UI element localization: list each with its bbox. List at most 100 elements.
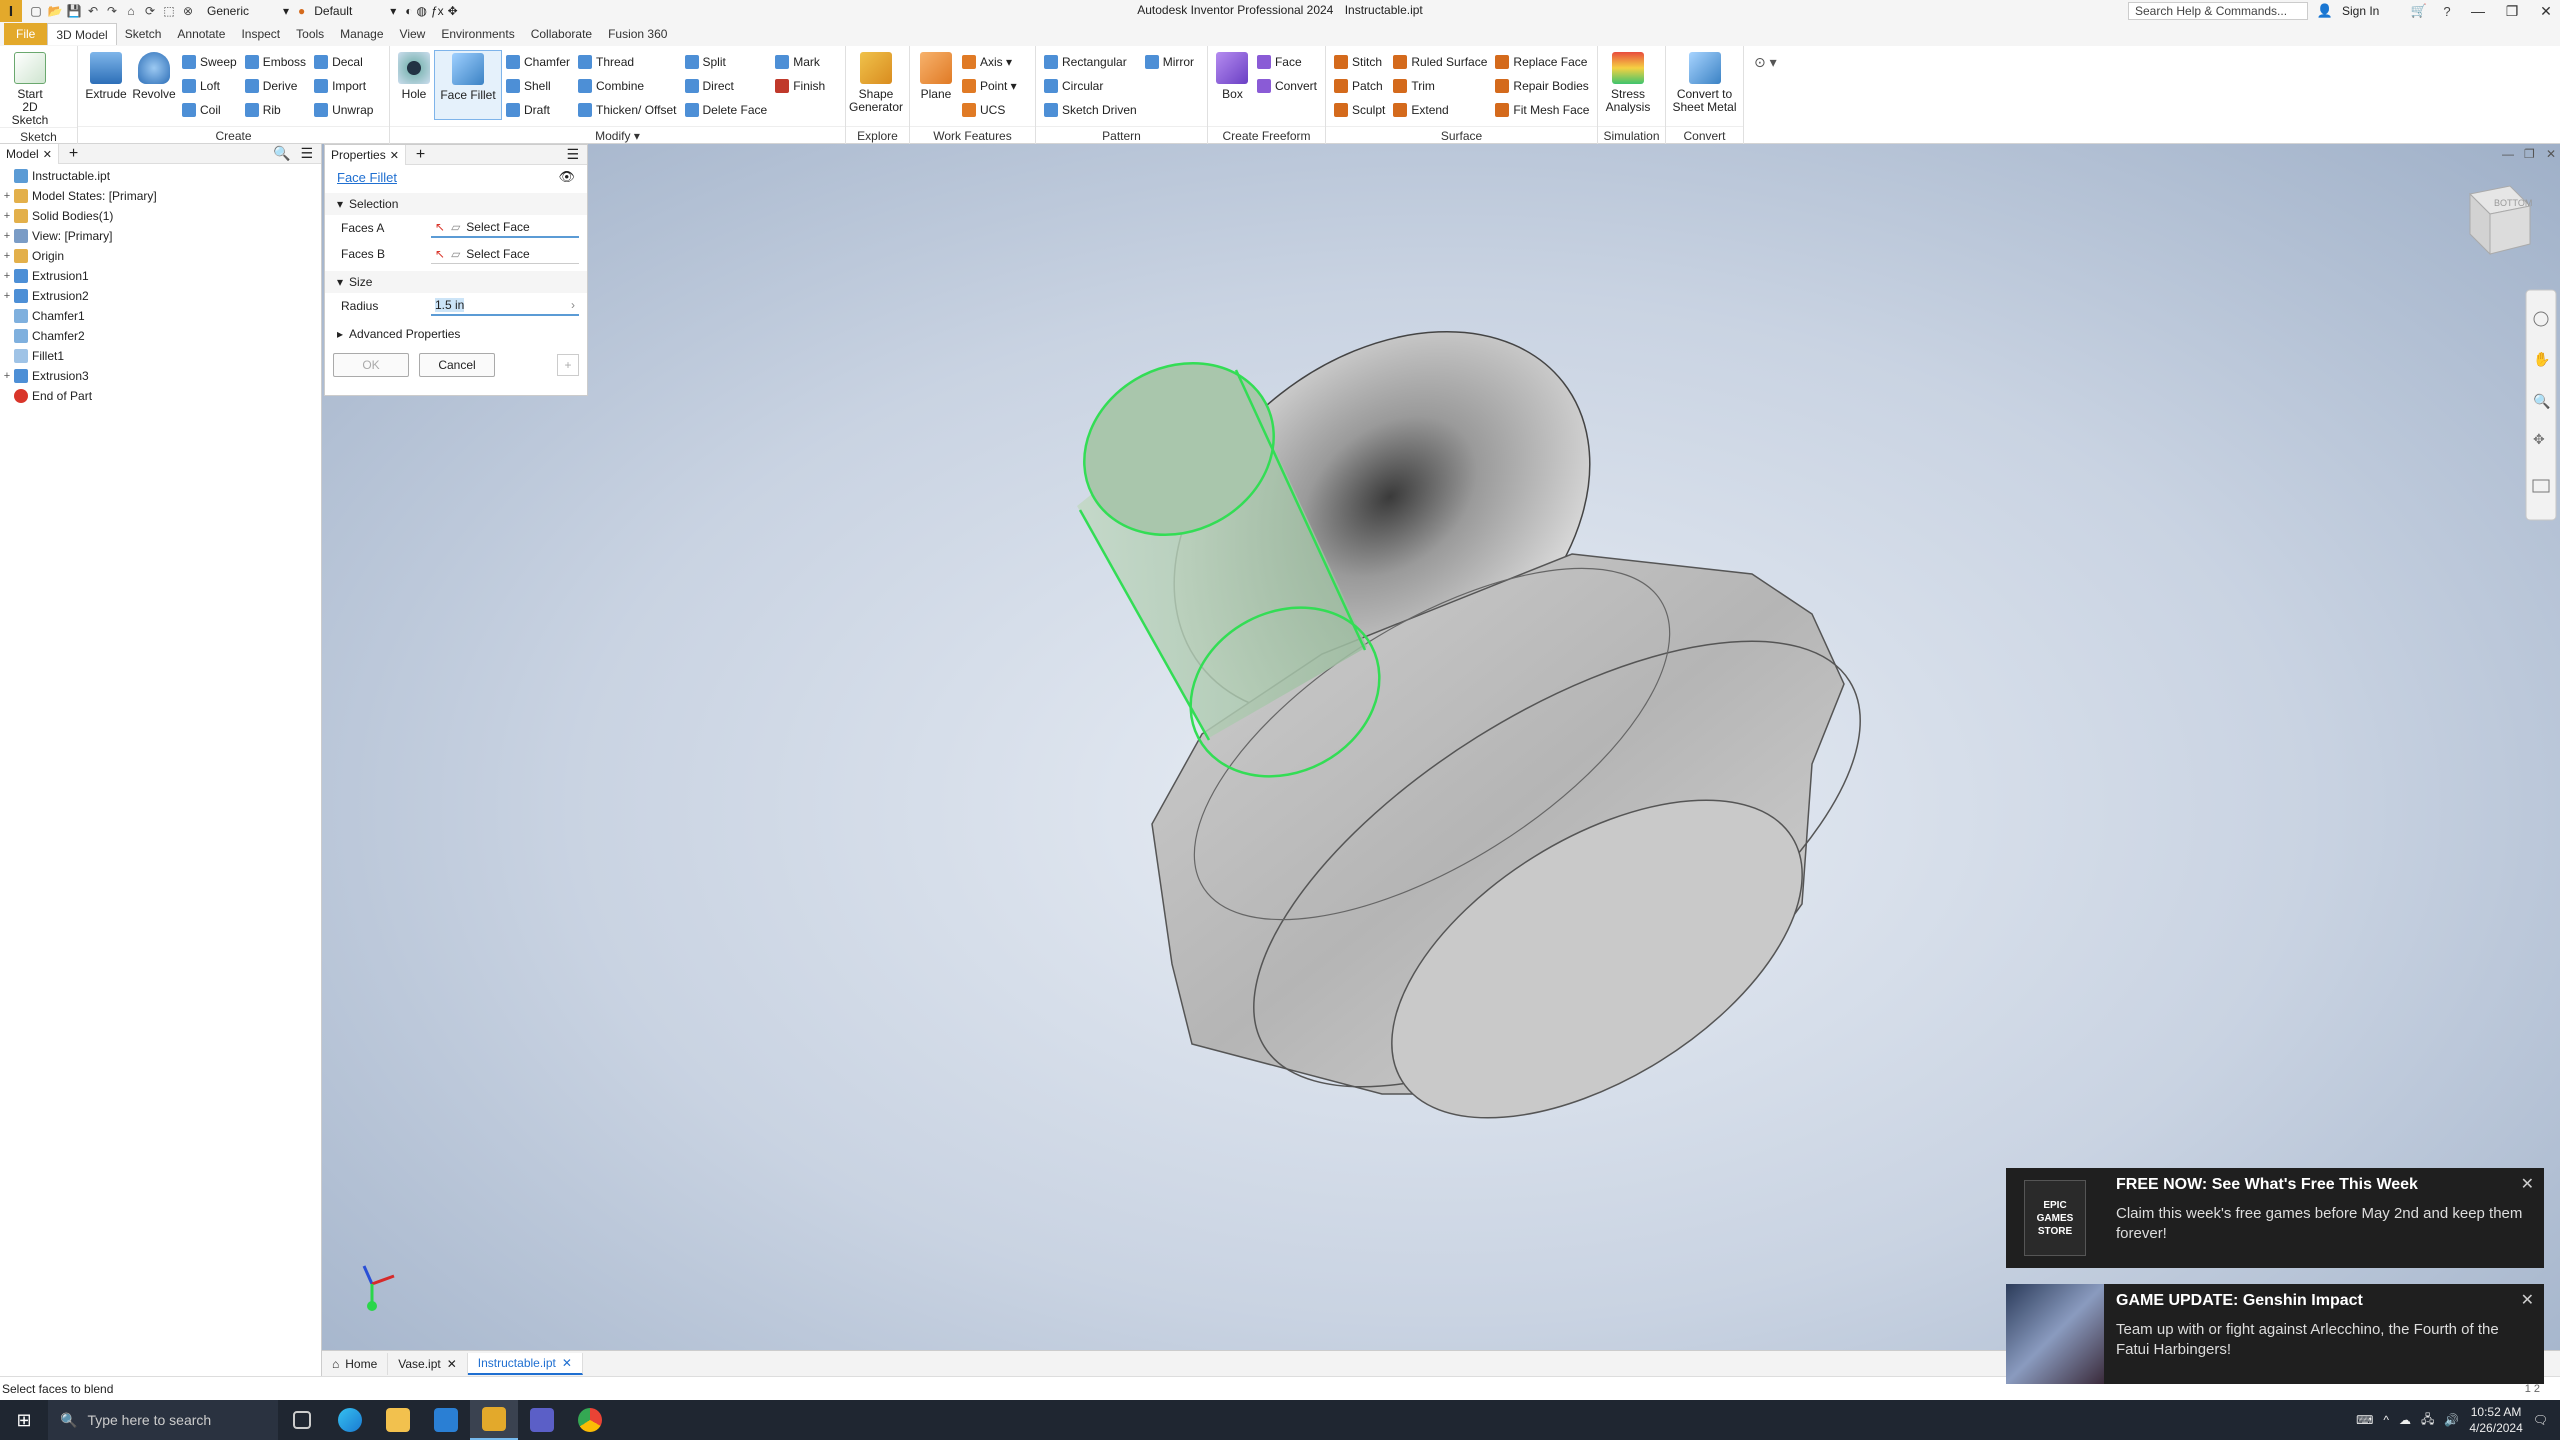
minimize-button[interactable]: — (2464, 3, 2492, 19)
repair-bodies-button[interactable]: Repair Bodies (1495, 76, 1589, 96)
clock[interactable]: 10:52 AM 4/26/2024 (2469, 1404, 2522, 1436)
apply-plus-button[interactable]: + (557, 354, 579, 376)
appearance-dropdown[interactable]: Default ▾ (309, 2, 401, 20)
import-button[interactable]: Import (314, 76, 373, 96)
thicken-offset-button[interactable]: Thicken/ Offset (578, 100, 677, 120)
delete-face-button[interactable]: Delete Face (684, 100, 767, 120)
add-tab-icon[interactable]: + (69, 145, 78, 163)
doc-tab-home[interactable]: ⌂ Home (322, 1352, 389, 1375)
menu-icon[interactable]: ☰ (300, 145, 313, 162)
tree-item-extrusion2[interactable]: + Extrusion2 (0, 286, 321, 306)
user-icon[interactable]: 👤 (2314, 3, 2336, 19)
shape-generator-button[interactable]: Shape Generator (849, 50, 903, 114)
teams-icon[interactable] (518, 1400, 566, 1440)
tab-tools[interactable]: Tools (288, 23, 332, 45)
convert-button[interactable]: Convert (1256, 76, 1317, 96)
coil-button[interactable]: Coil (182, 100, 237, 120)
size-section[interactable]: ▾ Size (325, 271, 587, 293)
doc-tab-vase[interactable]: Vase.ipt ✕ (388, 1352, 468, 1375)
selection-section[interactable]: ▾ Selection (325, 193, 587, 215)
inventor-taskbar-icon[interactable] (470, 1400, 518, 1440)
fit-mesh-face-button[interactable]: Fit Mesh Face (1495, 100, 1589, 120)
doc-tab-instructable[interactable]: Instructable.ipt ✕ (467, 1352, 583, 1375)
rib-button[interactable]: Rib (244, 100, 306, 120)
convert-sheet-metal-button[interactable]: Convert to Sheet Metal (1670, 50, 1739, 114)
tab-3d-model[interactable]: 3D Model (47, 23, 117, 45)
close-icon[interactable]: ✕ (2521, 1174, 2534, 1194)
help-search-input[interactable]: Search Help & Commands... (2128, 2, 2308, 20)
mirror-button[interactable]: Mirror (1144, 52, 1194, 72)
thread-button[interactable]: Thread (578, 52, 676, 72)
sweep-button[interactable]: Sweep (182, 52, 237, 72)
stitch-button[interactable]: Stitch (1334, 52, 1385, 72)
draft-button[interactable]: Draft (506, 100, 570, 120)
tree-item-chamfer1[interactable]: Chamfer1 (0, 306, 321, 326)
move-icon[interactable]: ✥ (448, 4, 458, 18)
viewport-minimize-icon[interactable]: — (2502, 147, 2514, 161)
tab-file[interactable]: File (4, 23, 48, 45)
face-button[interactable]: Face (1256, 52, 1317, 72)
update-icon[interactable]: ⟳ (142, 3, 158, 19)
tab-view[interactable]: View (392, 23, 434, 45)
extrude-button[interactable]: Extrude (82, 50, 130, 101)
properties-tab[interactable]: Properties ✕ (325, 144, 406, 165)
faces-b-selector[interactable]: ↖ ▱ Select Face (431, 244, 579, 264)
save-icon[interactable]: 💾 (66, 3, 82, 19)
chevron-up-icon[interactable]: ^ (2383, 1413, 2389, 1427)
undo-icon[interactable]: ↶ (85, 3, 101, 19)
hole-button[interactable]: Hole (394, 50, 434, 101)
chevron-right-icon[interactable]: › (571, 298, 575, 312)
edge-icon[interactable] (326, 1400, 374, 1440)
axis-button[interactable]: Axis ▾ (962, 52, 1017, 72)
finish-button[interactable]: Finish (775, 76, 825, 96)
expand-icon[interactable]: + (0, 270, 14, 282)
mark-button[interactable]: Mark (775, 52, 825, 72)
close-window-button[interactable]: ✕ (2532, 3, 2560, 20)
help-icon[interactable]: ? (2436, 4, 2458, 19)
view-cube[interactable]: BOTTOM (2468, 185, 2532, 256)
close-icon[interactable]: ✕ (2521, 1290, 2534, 1310)
tree-item-part[interactable]: Instructable.ipt (0, 166, 321, 186)
open-file-icon[interactable]: 📂 (47, 3, 63, 19)
tab-inspect[interactable]: Inspect (233, 23, 288, 45)
unwrap-button[interactable]: Unwrap (314, 100, 373, 120)
feature-title[interactable]: Face Fillet (337, 170, 397, 185)
tree-item-solid-bodies[interactable]: + Solid Bodies(1) (0, 206, 321, 226)
close-icon[interactable]: ✕ (43, 149, 52, 161)
notification-genshin[interactable]: GAME UPDATE: Genshin Impact Team up with… (2006, 1284, 2544, 1384)
tab-sketch[interactable]: Sketch (117, 23, 170, 45)
tab-collaborate[interactable]: Collaborate (523, 23, 600, 45)
ucs-button[interactable]: UCS (962, 100, 1017, 120)
new-file-icon[interactable]: ▢ (28, 3, 44, 19)
tree-item-end-of-part[interactable]: End of Part (0, 386, 321, 406)
tree-item-origin[interactable]: + Origin (0, 246, 321, 266)
notification-epic[interactable]: EPIC GAMES STORE FREE NOW: See What's Fr… (2006, 1168, 2544, 1268)
tab-fusion-360[interactable]: Fusion 360 (600, 23, 675, 45)
keyboard-icon[interactable]: ⌨ (2356, 1413, 2373, 1427)
tree-item-extrusion3[interactable]: + Extrusion3 (0, 366, 321, 386)
trim-button[interactable]: Trim (1393, 76, 1487, 96)
model-tab[interactable]: Model ✕ (0, 143, 59, 164)
visibility-eye-icon[interactable]: 👁 (558, 169, 575, 185)
revolve-button[interactable]: Revolve (130, 50, 178, 101)
chamfer-button[interactable]: Chamfer (506, 52, 570, 72)
zoom-icon[interactable]: 🔍 (2533, 392, 2550, 410)
direct-button[interactable]: Direct (684, 76, 768, 96)
material-dropdown[interactable]: Generic ▾ (202, 2, 294, 20)
decal-button[interactable]: Decal (314, 52, 373, 72)
start-sketch-button[interactable]: Start 2D Sketch (4, 50, 56, 127)
tree-item-model-states[interactable]: + Model States: [Primary] (0, 186, 321, 206)
tree-item-chamfer2[interactable]: Chamfer2 (0, 326, 321, 346)
derive-button[interactable]: Derive (244, 76, 306, 96)
ok-button[interactable]: OK (333, 353, 409, 377)
tree-item-view[interactable]: + View: [Primary] (0, 226, 321, 246)
ribbon-options-icon[interactable]: ⊙ ▾ (1744, 46, 1787, 143)
face-fillet-button[interactable]: Face Fillet (434, 50, 502, 120)
windows-start-icon[interactable]: ⊞ (0, 1400, 48, 1440)
onedrive-icon[interactable]: ☁ (2399, 1413, 2411, 1427)
advanced-properties-section[interactable]: ▸ Advanced Properties (325, 323, 587, 345)
restore-button[interactable]: ❐ (2498, 3, 2526, 20)
ruled-surface-button[interactable]: Ruled Surface (1393, 52, 1487, 72)
sketch-driven-button[interactable]: Sketch Driven (1044, 100, 1137, 120)
tab-environments[interactable]: Environments (433, 23, 522, 45)
